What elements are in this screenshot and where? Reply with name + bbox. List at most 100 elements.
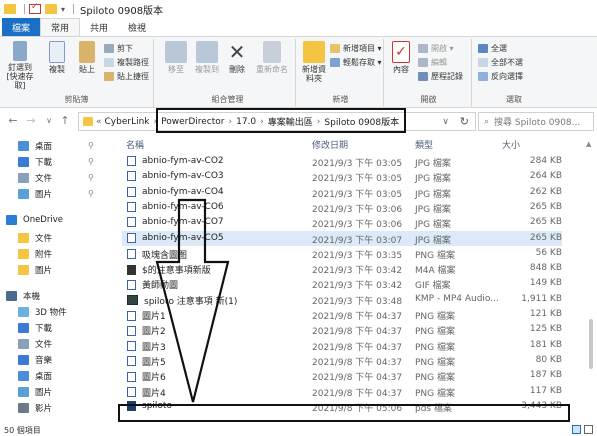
pin-icon[interactable]: ⚲ <box>88 157 94 166</box>
scroll-up-arrow-icon[interactable]: ▲ <box>586 140 591 148</box>
column-header-name[interactable]: 名稱 <box>126 138 144 151</box>
file-row[interactable]: 圖片1 2021/9/8 下午 04:37 PNG 檔案 121 KB <box>122 307 562 322</box>
png-file-icon <box>127 356 136 367</box>
edit-button[interactable]: 編輯 <box>418 57 447 68</box>
forward-arrow-icon[interactable]: → <box>24 114 38 128</box>
nav-item[interactable]: 3D 物件 <box>18 304 67 320</box>
large-icons-view-icon[interactable] <box>584 425 593 434</box>
nav-item[interactable]: 音樂 <box>18 352 52 368</box>
rename-button[interactable]: 重新命名 <box>252 41 292 74</box>
properties-quick-icon[interactable] <box>29 2 41 14</box>
nav-item[interactable]: 圖片 <box>18 262 52 278</box>
pin-icon[interactable]: ⚲ <box>88 189 94 198</box>
breadcrumb-item[interactable]: CyberLink <box>105 117 150 127</box>
nav-item[interactable]: 本機 <box>6 288 40 304</box>
select-all-button[interactable]: 全選 <box>478 43 507 54</box>
nav-item[interactable]: 桌面 <box>18 368 52 384</box>
file-date: 2021/9/3 下午 03:05 <box>312 174 403 185</box>
address-dropdown-icon[interactable]: ∨ <box>442 117 449 127</box>
paste-shortcut-button[interactable]: 貼上捷徑 <box>104 71 149 82</box>
copy-to-button[interactable]: 複製到 <box>192 41 222 74</box>
nav-item[interactable]: 下載 <box>18 320 52 336</box>
file-name: 圖片4 <box>142 388 166 399</box>
tab-share[interactable]: 共用 <box>80 18 118 36</box>
file-row[interactable]: $的注意事項新版 2021/9/3 下午 03:42 M4A 檔案 848 KB <box>122 261 562 276</box>
file-row[interactable]: 圖片5 2021/9/8 下午 04:37 PNG 檔案 80 KB <box>122 353 562 368</box>
delete-button[interactable]: ✕ 刪除 <box>224 41 250 74</box>
divider <box>24 4 25 14</box>
refresh-icon[interactable]: ↻ <box>460 115 469 128</box>
file-row[interactable]: 黃師動圖 2021/9/3 下午 03:42 GIF 檔案 149 KB <box>122 276 562 291</box>
nav-item[interactable]: 下載 <box>18 154 52 170</box>
tab-home[interactable]: 常用 <box>40 18 81 36</box>
folder-icon <box>83 117 93 126</box>
new-folder-button[interactable]: 新增資料夾 <box>300 41 328 83</box>
column-header-size[interactable]: 大小 <box>502 138 520 151</box>
file-row[interactable]: 圖片6 2021/9/8 下午 04:37 PNG 檔案 187 KB <box>122 368 562 383</box>
tab-view[interactable]: 檢視 <box>118 18 156 36</box>
details-view-icon[interactable] <box>572 425 581 434</box>
divider <box>73 4 75 14</box>
nav-item[interactable]: 圖片 <box>18 384 52 400</box>
status-bar: 50 個項目 <box>0 424 597 436</box>
nav-item[interactable]: 桌面 <box>18 138 52 154</box>
nav-item[interactable]: 文件 <box>18 336 52 352</box>
nav-item-label: 圖片 <box>35 388 53 398</box>
nav-item[interactable]: 文件 <box>18 170 52 186</box>
file-row[interactable]: 圖片2 2021/9/8 下午 04:37 PNG 檔案 125 KB <box>122 322 562 337</box>
file-row[interactable]: abnio-fym-av-CO7 2021/9/3 下午 03:06 JPG 檔案 2… <box>122 215 562 230</box>
cut-button[interactable]: 剪下 <box>104 43 133 54</box>
new-folder-label: 新增資料夾 <box>302 65 326 84</box>
copy-path-label: 複製路徑 <box>117 58 149 67</box>
nav-item[interactable]: 附件 <box>18 246 52 262</box>
nav-item[interactable]: 圖片 <box>18 186 52 202</box>
history-button[interactable]: 歷程記錄 <box>418 71 463 82</box>
new-group-label: 新增 <box>332 95 349 104</box>
search-input[interactable]: ⌕ 搜尋 Spiloto 0908... <box>478 112 594 131</box>
invert-selection-button[interactable]: 反向選擇 <box>478 71 523 82</box>
move-to-button[interactable]: 移至 <box>162 41 190 74</box>
pin-icon[interactable]: ⚲ <box>88 173 94 182</box>
file-row[interactable]: abnio-fym-av-CO3 2021/9/3 下午 03:05 JPG 檔案 2… <box>122 169 562 184</box>
column-header-type[interactable]: 類型 <box>415 138 433 151</box>
select-none-button[interactable]: 全部不選 <box>478 57 523 68</box>
file-row[interactable]: abnio-fym-av-CO6 2021/9/3 下午 03:06 JPG 檔案 2… <box>122 200 562 215</box>
nav-item[interactable]: 影片 <box>18 400 52 416</box>
vertical-scrollbar[interactable] <box>589 319 593 369</box>
copy-path-button[interactable]: 複製路徑 <box>104 57 149 68</box>
file-row[interactable]: abnio-fym-av-CO2 2021/9/3 下午 03:05 JPG 檔案 2… <box>122 154 562 169</box>
new-folder-quick-icon[interactable] <box>45 4 57 14</box>
copy-button[interactable]: 複製 <box>44 41 70 74</box>
jpg-file-icon <box>127 171 136 182</box>
back-arrow-icon[interactable]: ← <box>6 114 20 128</box>
easy-access-button[interactable]: 輕鬆存取 ▾ <box>330 57 382 68</box>
move-to-icon <box>165 41 187 63</box>
pin-quick-access-button[interactable]: 釘選到 [快速存取] <box>2 41 38 91</box>
nav-item[interactable]: 文件 <box>18 230 52 246</box>
nav-item-label: 圖片 <box>35 266 53 276</box>
file-row[interactable]: abnio-fym-av-CO5 2021/9/3 下午 03:07 JPG 檔案 2… <box>122 230 562 246</box>
gif-file-icon <box>127 279 136 290</box>
delete-label: 刪除 <box>229 65 245 74</box>
file-row[interactable]: 圖片3 2021/9/8 下午 04:37 PNG 檔案 181 KB <box>122 338 562 353</box>
invert-selection-label: 反向選擇 <box>491 72 523 81</box>
file-row[interactable]: 圖片4 2021/9/8 下午 04:37 PNG 檔案 117 KB <box>122 384 562 399</box>
pin-icon[interactable]: ⚲ <box>88 141 94 150</box>
nav-item[interactable]: OneDrive <box>6 212 63 228</box>
recent-locations-chevron-icon[interactable]: ∨ <box>42 114 56 128</box>
paste-button[interactable]: 貼上 <box>74 41 100 74</box>
up-arrow-icon[interactable]: ↑ <box>58 114 72 128</box>
column-header-date[interactable]: 修改日期 <box>312 138 348 151</box>
open-button[interactable]: 開啟 ▾ <box>418 43 454 54</box>
new-item-button[interactable]: 新增項目 ▾ <box>330 43 382 54</box>
file-row[interactable]: spiloto 注意事項 新(1) 2021/9/3 下午 03:48 KMP - … <box>122 292 562 307</box>
file-row[interactable]: 吸塊含圖图 2021/9/3 下午 03:35 PNG 檔案 56 KB <box>122 246 562 261</box>
file-row[interactable]: abnio-fym-av-CO4 2021/9/3 下午 03:05 JPG 檔案 2… <box>122 185 562 200</box>
overflow-chevron-icon[interactable]: « <box>96 117 102 127</box>
clipboard-group: 釘選到 [快速存取] 複製 貼上 剪下 複製路徑 貼上捷徑 剪貼簿 <box>0 39 154 107</box>
file-name: 圖片5 <box>142 357 166 368</box>
quick-access-dropdown-icon[interactable]: ▾ <box>61 5 65 14</box>
tab-file[interactable]: 檔案 <box>2 18 41 36</box>
file-size: 1,911 KB <box>521 293 562 304</box>
properties-button[interactable]: ✓ 內容 <box>388 41 414 74</box>
